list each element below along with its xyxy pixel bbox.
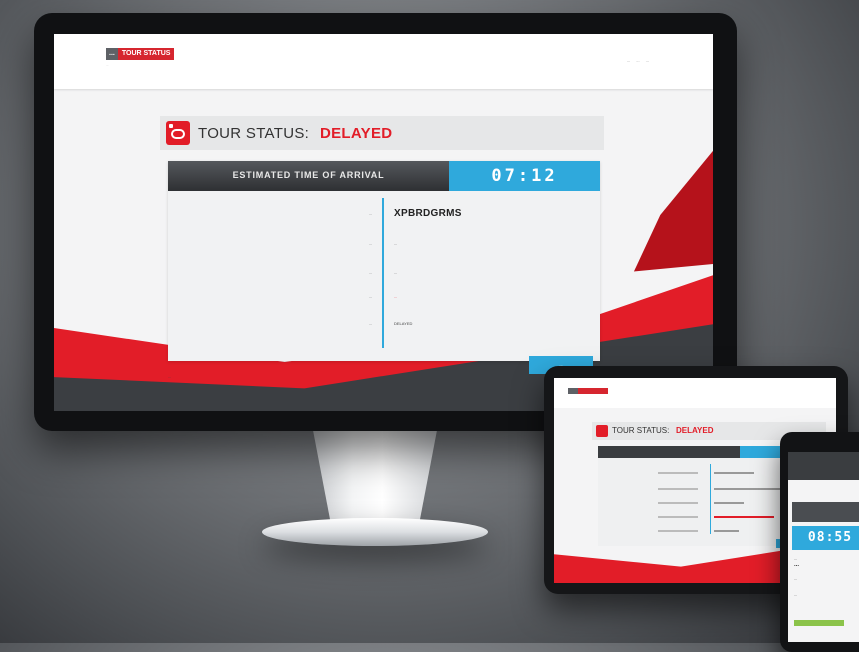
detail-label: ...	[368, 211, 372, 216]
detail-label: ...	[368, 270, 372, 275]
detail-label	[658, 516, 698, 518]
status-label: TOUR STATUS:	[612, 426, 670, 435]
details-divider	[710, 464, 711, 534]
logo-wordmark: TOUR STATUS	[117, 48, 175, 60]
header-nav: ... ... ...	[627, 58, 649, 63]
detail-value	[714, 472, 754, 474]
status-indicator	[794, 620, 844, 626]
detail-value	[714, 516, 774, 518]
monitor-stand-base	[262, 518, 488, 546]
bus-icon	[166, 121, 190, 145]
detail-label: ...	[794, 592, 798, 597]
detail-label	[658, 488, 698, 490]
tour-details-card: ESTIMATED TIME OF ARRIVAL 07:12 ... XPBR…	[168, 161, 600, 361]
site-header: ... TOUR STATUS ... ... ... ...	[54, 34, 713, 89]
nav-link-2[interactable]: ...	[636, 58, 639, 63]
phone-screen: 08:55 ... ... ... ...	[788, 452, 859, 642]
status-value: DELAYED	[320, 125, 393, 142]
detail-label: ...	[794, 576, 798, 581]
detail-label: ...	[368, 241, 372, 246]
detail-label	[658, 472, 698, 474]
detail-row: ... DELAYED	[168, 321, 600, 333]
detail-row: ... ...	[168, 270, 600, 282]
detail-value: ...	[394, 294, 398, 299]
status-value: DELAYED	[676, 426, 714, 435]
detail-label: ...	[794, 556, 798, 561]
detail-label	[658, 502, 698, 504]
logo-mark	[568, 388, 578, 394]
detail-row: ... XPBRDGRMS	[168, 208, 600, 223]
phone-device: 08:55 ... ... ... ...	[780, 432, 859, 652]
tour-status-header: TOUR STATUS: DELAYED	[160, 116, 604, 150]
eta-time: 07:12	[449, 161, 600, 191]
detail-value: DELAYED	[394, 321, 413, 326]
detail-row: ... ...	[168, 294, 600, 306]
phone-header	[788, 452, 859, 480]
footer-line: ...	[168, 380, 172, 385]
logo-mark: ...	[106, 48, 118, 60]
desktop-screen: ... TOUR STATUS ... ... ... ... TOUR STA…	[54, 34, 713, 411]
detail-value: XPBRDGRMS	[394, 208, 462, 219]
detail-label	[658, 530, 698, 532]
detail-row: ... ...	[168, 241, 600, 253]
bus-icon	[596, 425, 608, 437]
detail-value	[714, 502, 744, 504]
detail-label: ...	[368, 294, 372, 299]
status-label: TOUR STATUS:	[198, 125, 310, 142]
detail-label: ...	[368, 321, 372, 326]
nav-link-3[interactable]: ...	[646, 58, 649, 63]
eta-label-bar: ESTIMATED TIME OF ARRIVAL	[168, 161, 449, 191]
detail-value	[714, 530, 739, 532]
tablet-header	[554, 378, 836, 408]
detail-value: ...	[394, 270, 398, 275]
detail-value: ...	[394, 241, 398, 246]
footer-info: ... ...	[168, 374, 171, 386]
eta-time: 08:55	[792, 526, 859, 550]
vehicle-value: ...	[794, 562, 800, 568]
eta-label: ESTIMATED TIME OF ARRIVAL	[232, 170, 385, 180]
eta-label-bar	[598, 446, 740, 458]
site-logo[interactable]: ... TOUR STATUS	[106, 48, 175, 60]
eta-label-bar	[792, 502, 859, 522]
site-tagline: ...	[106, 63, 109, 67]
nav-link-1[interactable]: ...	[627, 58, 630, 63]
